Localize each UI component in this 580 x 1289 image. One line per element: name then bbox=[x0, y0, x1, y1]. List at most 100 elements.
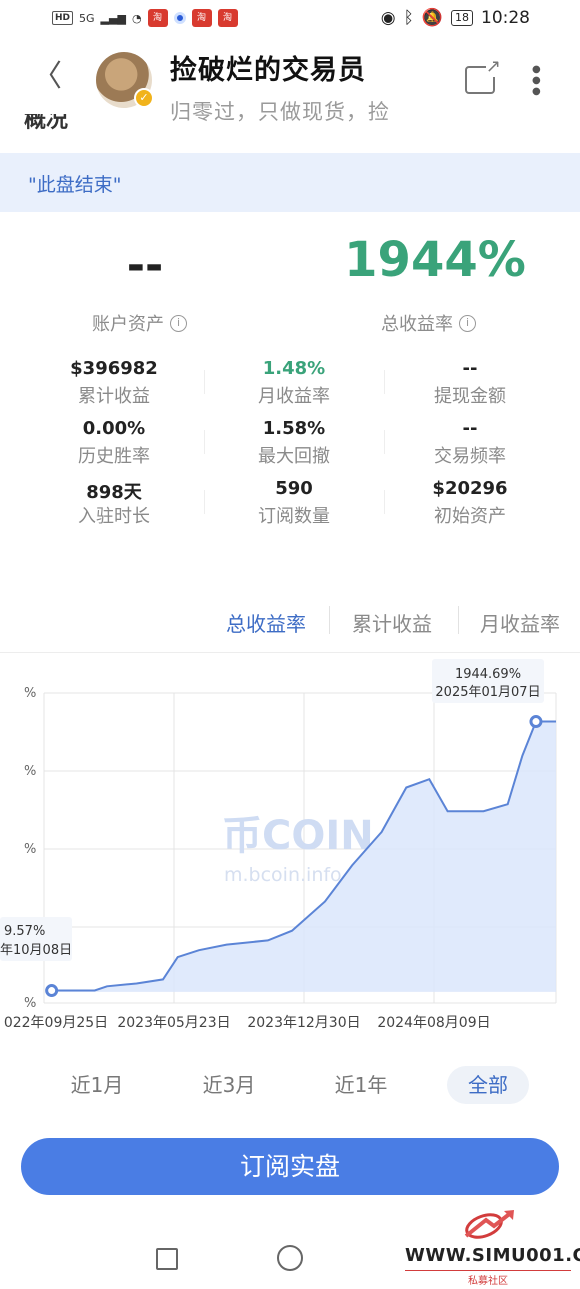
subscribe-button[interactable]: 订阅实盘 bbox=[21, 1138, 559, 1195]
home-icon[interactable] bbox=[277, 1245, 303, 1271]
start-tooltip-date: 年10月08日 bbox=[0, 943, 72, 958]
stat-value: $20296 bbox=[432, 478, 508, 499]
start-point-marker bbox=[45, 984, 59, 998]
x-tick-label: 2023年12月30日 bbox=[247, 1015, 360, 1031]
tab-monthly-return[interactable]: 月收益率 bbox=[480, 608, 560, 637]
y-tick-label: % bbox=[24, 996, 36, 1011]
tab-cumulative-profit[interactable]: 累计收益 bbox=[352, 608, 432, 637]
eye-icon: ◉ bbox=[380, 8, 396, 28]
info-icon[interactable]: i bbox=[170, 314, 187, 332]
status-left: HD 5G ▂▄▆ ◔ 淘 淘 淘 bbox=[52, 9, 238, 27]
divider bbox=[0, 652, 580, 653]
site-watermark-domain: WWW.SIMU001.CN bbox=[405, 1245, 580, 1266]
stat-label: 累计收益 bbox=[78, 386, 150, 407]
chart-watermark-brand: 币COIN bbox=[222, 813, 374, 859]
hd-badge: HD bbox=[52, 11, 74, 25]
bluetooth-icon: ᛒ bbox=[403, 8, 414, 28]
section-title: 概况 bbox=[24, 114, 69, 132]
stat-cumulative-profit: $396982 累计收益 bbox=[34, 358, 194, 408]
divider bbox=[384, 490, 385, 514]
end-point-marker bbox=[529, 715, 543, 729]
stat-max-drawdown: 1.58% 最大回撤 bbox=[214, 418, 374, 468]
stat-trade-frequency: -- 交易频率 bbox=[390, 418, 550, 468]
chart-watermark-url: m.bcoin.info bbox=[224, 864, 342, 886]
stat-label: 最大回撤 bbox=[258, 446, 330, 467]
back-icon[interactable]: 〈 bbox=[32, 62, 62, 92]
y-tick-label: % bbox=[24, 842, 36, 857]
divider bbox=[204, 490, 205, 514]
clock: 10:28 bbox=[481, 8, 530, 28]
total-return-label[interactable]: 总收益率 i bbox=[381, 310, 476, 336]
return-chart[interactable]: %%%%%022年09月25日2023年05月23日2023年12月30日202… bbox=[0, 655, 580, 1040]
range-3m[interactable]: 近3月 bbox=[190, 1066, 268, 1104]
x-tick-label: 2023年05月23日 bbox=[117, 1015, 230, 1031]
return-chart-svg[interactable]: %%%%%022年09月25日2023年05月23日2023年12月30日202… bbox=[0, 655, 580, 1040]
divider bbox=[384, 370, 385, 394]
range-all[interactable]: 全部 bbox=[447, 1066, 529, 1104]
status-right: ◉ ᛒ 🔕 18 10:28 bbox=[381, 8, 530, 28]
network-badge: 5G bbox=[79, 11, 95, 25]
app-notification-icon bbox=[173, 12, 186, 24]
x-tick-label: 2024年08月09日 bbox=[377, 1015, 490, 1031]
total-return-value: 1944% bbox=[344, 232, 526, 288]
stat-monthly-return: 1.48% 月收益率 bbox=[214, 358, 374, 408]
top-header: 〈 ✓ 捡破烂的交易员 归零过，只做现货，捡 ●●● bbox=[0, 38, 580, 124]
stat-label: 历史胜率 bbox=[78, 446, 150, 467]
end-tooltip-value: 1944.69% bbox=[455, 667, 521, 682]
more-icon[interactable]: ● ● ● bbox=[532, 64, 541, 97]
tab-total-return[interactable]: 总收益率 bbox=[226, 608, 306, 637]
share-icon[interactable] bbox=[465, 56, 501, 94]
stat-label: 月收益率 bbox=[258, 386, 330, 407]
account-asset-value: -- bbox=[126, 240, 164, 291]
stat-label: 初始资产 bbox=[434, 506, 506, 527]
divider bbox=[204, 430, 205, 454]
mute-icon: 🔕 bbox=[421, 8, 443, 28]
app-notification-icon: 淘 bbox=[217, 9, 238, 27]
ended-banner: "此盘结束" bbox=[0, 153, 580, 212]
start-tooltip-value: 9.57% bbox=[4, 924, 45, 939]
wifi-icon: ◔ bbox=[131, 11, 142, 25]
account-asset-label-text: 账户资产 bbox=[92, 314, 164, 335]
stat-value: 898天 bbox=[86, 482, 142, 503]
x-tick-label: 022年09月25日 bbox=[4, 1015, 108, 1031]
stat-value: 590 bbox=[275, 478, 313, 499]
site-watermark-caption: 私募社区 bbox=[405, 1270, 571, 1287]
app-notification-icon: 淘 bbox=[147, 9, 168, 27]
ended-text: "此盘结束" bbox=[28, 174, 122, 196]
range-1m[interactable]: 近1月 bbox=[58, 1066, 136, 1104]
stat-label: 订阅数量 bbox=[258, 506, 330, 527]
y-tick-label: % bbox=[24, 764, 36, 779]
stat-value: -- bbox=[462, 358, 478, 379]
recents-icon[interactable] bbox=[156, 1248, 178, 1270]
trader-bio: 归零过，只做现货，捡 bbox=[170, 100, 390, 124]
info-icon[interactable]: i bbox=[459, 314, 476, 332]
app-notification-icon: 淘 bbox=[191, 9, 212, 27]
stat-initial-assets: $20296 初始资产 bbox=[390, 478, 550, 528]
stat-value: 0.00% bbox=[82, 418, 146, 439]
stat-value: $396982 bbox=[70, 358, 158, 379]
end-tooltip-date: 2025年01月07日 bbox=[435, 685, 540, 700]
battery-icon: 18 bbox=[451, 10, 473, 26]
total-return-label-text: 总收益率 bbox=[381, 314, 453, 335]
stat-subscribers: 590 订阅数量 bbox=[214, 478, 374, 528]
site-logo-icon bbox=[464, 1210, 514, 1239]
divider bbox=[204, 370, 205, 394]
stat-value: -- bbox=[462, 418, 478, 439]
account-asset-label[interactable]: 账户资产 i bbox=[92, 310, 187, 336]
divider bbox=[329, 606, 330, 634]
stat-win-rate: 0.00% 历史胜率 bbox=[34, 418, 194, 468]
signal-icon: ▂▄▆ bbox=[100, 11, 126, 25]
stat-value: 1.58% bbox=[262, 418, 326, 439]
stat-label: 提现金额 bbox=[434, 386, 506, 407]
y-tick-label: % bbox=[24, 686, 36, 701]
divider bbox=[458, 606, 459, 634]
verified-icon: ✓ bbox=[134, 88, 154, 108]
stat-value: 1.48% bbox=[262, 358, 326, 379]
status-bar: HD 5G ▂▄▆ ◔ 淘 淘 淘 ◉ ᛒ 🔕 18 10:28 bbox=[0, 0, 580, 38]
stat-withdrawal: -- 提现金额 bbox=[390, 358, 550, 408]
stat-label: 交易频率 bbox=[434, 446, 506, 467]
stat-days-joined: 898天 入驻时长 bbox=[34, 478, 194, 528]
range-1y[interactable]: 近1年 bbox=[322, 1066, 400, 1104]
stat-label: 入驻时长 bbox=[78, 506, 150, 527]
trader-name: 捡破烂的交易员 bbox=[170, 55, 366, 86]
